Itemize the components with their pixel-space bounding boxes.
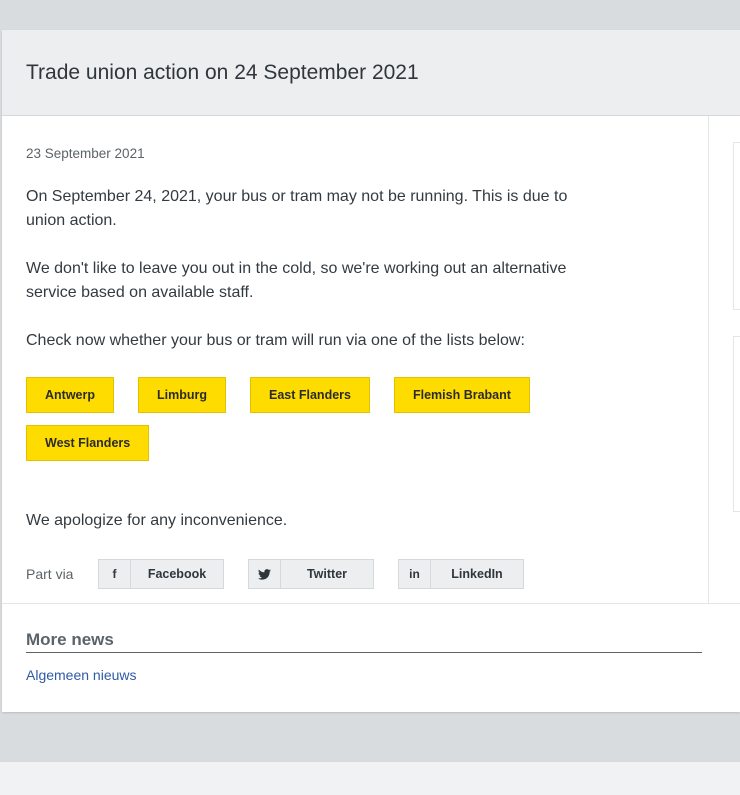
- top-strip: [0, 0, 740, 30]
- more-news-title: More news: [26, 630, 702, 653]
- content-row: 23 September 2021 On September 24, 2021,…: [2, 116, 740, 604]
- share-row: Part via f Facebook Twitter in LinkedIn: [26, 559, 684, 589]
- article-card: Trade union action on 24 September 2021 …: [2, 30, 740, 712]
- sidebar-panel: [733, 142, 740, 310]
- apology-text: We apologize for any inconvenience.: [26, 512, 288, 529]
- article-body: 23 September 2021 On September 24, 2021,…: [2, 116, 709, 603]
- region-button-west-flanders[interactable]: West Flanders: [26, 425, 150, 461]
- article-paragraph: On September 24, 2021, your bus or tram …: [26, 188, 568, 229]
- share-button-label: Twitter: [306, 567, 348, 581]
- article-header: Trade union action on 24 September 2021: [2, 30, 740, 116]
- region-buttons: Antwerp Limburg East Flanders Flemish Br…: [26, 377, 586, 473]
- bottom-strip: [0, 762, 740, 795]
- region-button-flemish-brabant[interactable]: Flemish Brabant: [393, 377, 530, 413]
- share-button-label: LinkedIn: [451, 567, 503, 581]
- sidebar-panel: [733, 336, 740, 512]
- region-button-limburg[interactable]: Limburg: [138, 377, 226, 413]
- share-button-label: Facebook: [147, 567, 207, 581]
- share-linkedin-button[interactable]: in LinkedIn: [398, 559, 524, 589]
- sidebar: [709, 116, 740, 603]
- region-button-antwerp[interactable]: Antwerp: [26, 377, 114, 413]
- article-date: 23 September 2021: [26, 146, 145, 161]
- region-button-east-flanders[interactable]: East Flanders: [250, 377, 370, 413]
- article-title: Trade union action on 24 September 2021: [26, 60, 419, 84]
- linkedin-icon: in: [399, 560, 431, 588]
- article-paragraph: We don't like to leave you out in the co…: [26, 260, 567, 301]
- twitter-icon: [249, 560, 281, 588]
- share-facebook-button[interactable]: f Facebook: [98, 559, 224, 589]
- share-label: Part via: [26, 566, 74, 582]
- share-twitter-button[interactable]: Twitter: [248, 559, 374, 589]
- more-news-link[interactable]: Algemeen nieuws: [26, 667, 137, 683]
- facebook-icon: f: [99, 560, 131, 588]
- more-news-section: More news Algemeen nieuws: [2, 604, 740, 685]
- article-paragraph: Check now whether your bus or tram will …: [26, 332, 525, 349]
